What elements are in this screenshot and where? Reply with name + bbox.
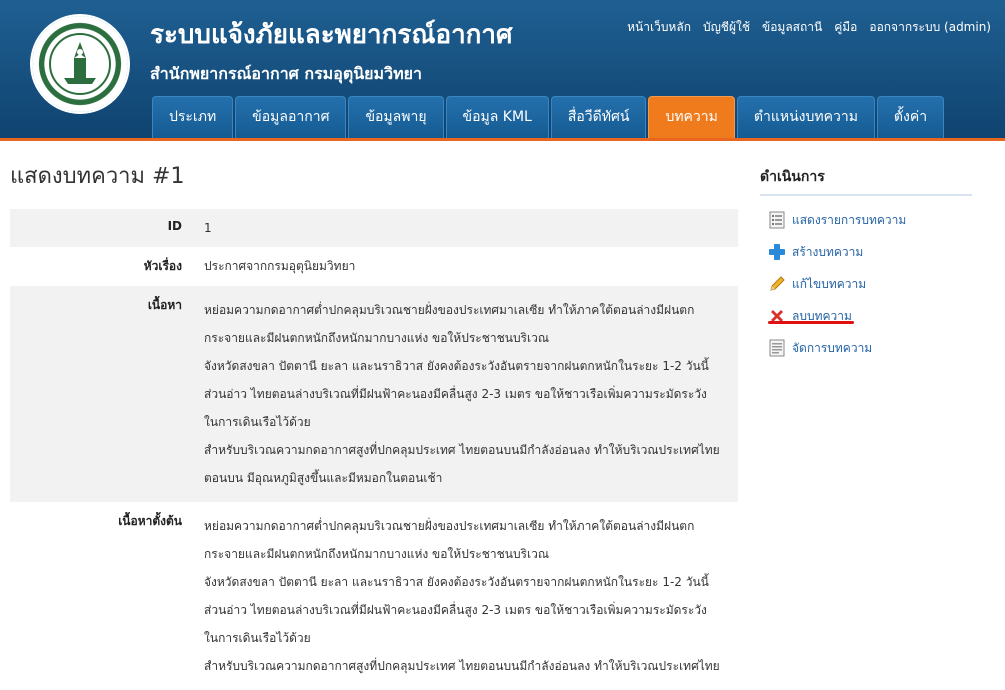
operations-sidebar: ดำเนินการ แสดงรายการบทความ สร้างบทความ แ… xyxy=(760,160,972,364)
table-row: หัวเรื่อง ประกาศจากกรมอุตุนิยมวิทยา xyxy=(10,247,738,286)
original-line: หย่อมความกดอากาศต่ำปกคลุมบริเวณชายฝั่งขอ… xyxy=(204,519,695,533)
table-row: เนื้อหา หย่อมความกดอากาศต่ำปกคลุมบริเวณช… xyxy=(10,286,738,502)
row-value-title: ประกาศจากกรมอุตุนิยมวิทยา xyxy=(204,259,356,273)
top-link-manual[interactable]: คู่มือ xyxy=(834,18,857,37)
main-content: แสดงบทความ #1 ID 1 หัวเรื่อง ประกาศจากกร… xyxy=(10,150,738,690)
original-line: สำหรับบริเวณความกดอากาศสูงที่ปกคลุมประเท… xyxy=(204,659,720,673)
op-label: จัดการบทความ xyxy=(792,340,873,355)
article-detail-table: ID 1 หัวเรื่อง ประกาศจากกรมอุตุนิยมวิทยา… xyxy=(10,209,738,690)
op-list-articles[interactable]: แสดงรายการบทความ xyxy=(760,204,972,236)
tab-weather-data[interactable]: ข้อมูลอากาศ xyxy=(235,96,347,138)
content-line: สำหรับบริเวณความกดอากาศสูงที่ปกคลุมประเท… xyxy=(204,443,720,457)
content-line: กระจายและมีฝนตกหนักถึงหนักมากบางแห่ง ขอใ… xyxy=(204,331,549,345)
original-line: ส่วนอ่าว ไทยตอนล่างบริเวณที่มีฝนฟ้าคะนอง… xyxy=(204,603,707,617)
op-create-article[interactable]: สร้างบทความ xyxy=(760,236,972,268)
op-delete-article[interactable]: ลบบทความ xyxy=(760,300,972,332)
top-link-account[interactable]: บัญชีผู้ใช้ xyxy=(703,18,750,37)
site-subtitle: สำนักพยากรณ์อากาศ กรมอุตุนิยมวิทยา xyxy=(150,64,422,83)
tab-video[interactable]: สื่อวีดีทัศน์ xyxy=(550,96,647,138)
original-line: ในการเดินเรือไว้ด้วย xyxy=(204,631,311,645)
content-line: ส่วนอ่าว ไทยตอนล่างบริเวณที่มีฝนฟ้าคะนอง… xyxy=(204,387,707,401)
sidebar-title: ดำเนินการ xyxy=(760,160,972,196)
tab-articles[interactable]: บทความ xyxy=(648,96,735,138)
content-line: ในการเดินเรือไว้ด้วย xyxy=(204,415,311,429)
top-links: หน้าเว็บหลัก บัญชีผู้ใช้ ข้อมูลสถานี คู่… xyxy=(627,18,991,37)
op-edit-article[interactable]: แก้ไขบทความ xyxy=(760,268,972,300)
main-tabs: ประเภท ข้อมูลอากาศ ข้อมูลพายุ ข้อมูล KML… xyxy=(152,96,945,138)
site-title: ระบบแจ้งภัยและพยากรณ์อากาศ xyxy=(150,20,513,50)
page-title: แสดงบทความ #1 xyxy=(10,164,185,189)
operations-list: แสดงรายการบทความ สร้างบทความ แก้ไขบทความ… xyxy=(760,204,972,364)
list-icon xyxy=(766,209,788,231)
top-link-home[interactable]: หน้าเว็บหลัก xyxy=(627,18,691,37)
original-line: จังหวัดสงขลา ปัตตานี ยะลา และนราธิวาส ยั… xyxy=(204,575,709,589)
delete-highlight-underline xyxy=(768,321,854,324)
tab-storm-data[interactable]: ข้อมูลพายุ xyxy=(348,96,444,138)
plus-icon xyxy=(766,241,788,263)
table-row: ID 1 xyxy=(10,209,738,247)
manage-icon xyxy=(766,337,788,359)
pencil-icon xyxy=(766,273,788,295)
tab-article-positions[interactable]: ตำแหน่งบทความ xyxy=(736,96,875,138)
content-line: ตอนบน มีอุณหภูมิสูงขึ้นและมีหมอกในตอนเช้… xyxy=(204,471,443,485)
tab-category[interactable]: ประเภท xyxy=(152,96,234,138)
original-line: กระจายและมีฝนตกหนักถึงหนักมากบางแห่ง ขอใ… xyxy=(204,547,549,561)
department-logo[interactable] xyxy=(30,14,130,114)
top-link-station[interactable]: ข้อมูลสถานี xyxy=(762,18,822,37)
row-value-original-content: หย่อมความกดอากาศต่ำปกคลุมบริเวณชายฝั่งขอ… xyxy=(194,502,738,690)
op-label: แก้ไขบทความ xyxy=(792,276,867,291)
tab-kml-data[interactable]: ข้อมูล KML xyxy=(445,96,549,138)
content-line: หย่อมความกดอากาศต่ำปกคลุมบริเวณชายฝั่งขอ… xyxy=(204,303,695,317)
op-label: แสดงรายการบทความ xyxy=(792,212,907,227)
row-value-id: 1 xyxy=(204,221,212,235)
row-label-original-content: เนื้อหาตั้งต้น xyxy=(118,514,182,528)
content-line: จังหวัดสงขลา ปัตตานี ยะลา และนราธิวาส ยั… xyxy=(204,359,709,373)
table-row: เนื้อหาตั้งต้น หย่อมความกดอากาศต่ำปกคลุม… xyxy=(10,502,738,690)
top-link-logout[interactable]: ออกจากระบบ (admin) xyxy=(869,18,991,37)
logo-emblem-icon xyxy=(49,33,111,95)
row-label-title: หัวเรื่อง xyxy=(143,259,182,273)
row-value-content: หย่อมความกดอากาศต่ำปกคลุมบริเวณชายฝั่งขอ… xyxy=(194,286,738,502)
op-manage-articles[interactable]: จัดการบทความ xyxy=(760,332,972,364)
row-label-id: ID xyxy=(167,219,182,233)
row-label-content: เนื้อหา xyxy=(147,298,182,312)
tab-settings[interactable]: ตั้งค่า xyxy=(876,96,945,138)
op-label: สร้างบทความ xyxy=(792,244,864,259)
site-header: ระบบแจ้งภัยและพยากรณ์อากาศ สำนักพยากรณ์อ… xyxy=(0,0,1005,141)
